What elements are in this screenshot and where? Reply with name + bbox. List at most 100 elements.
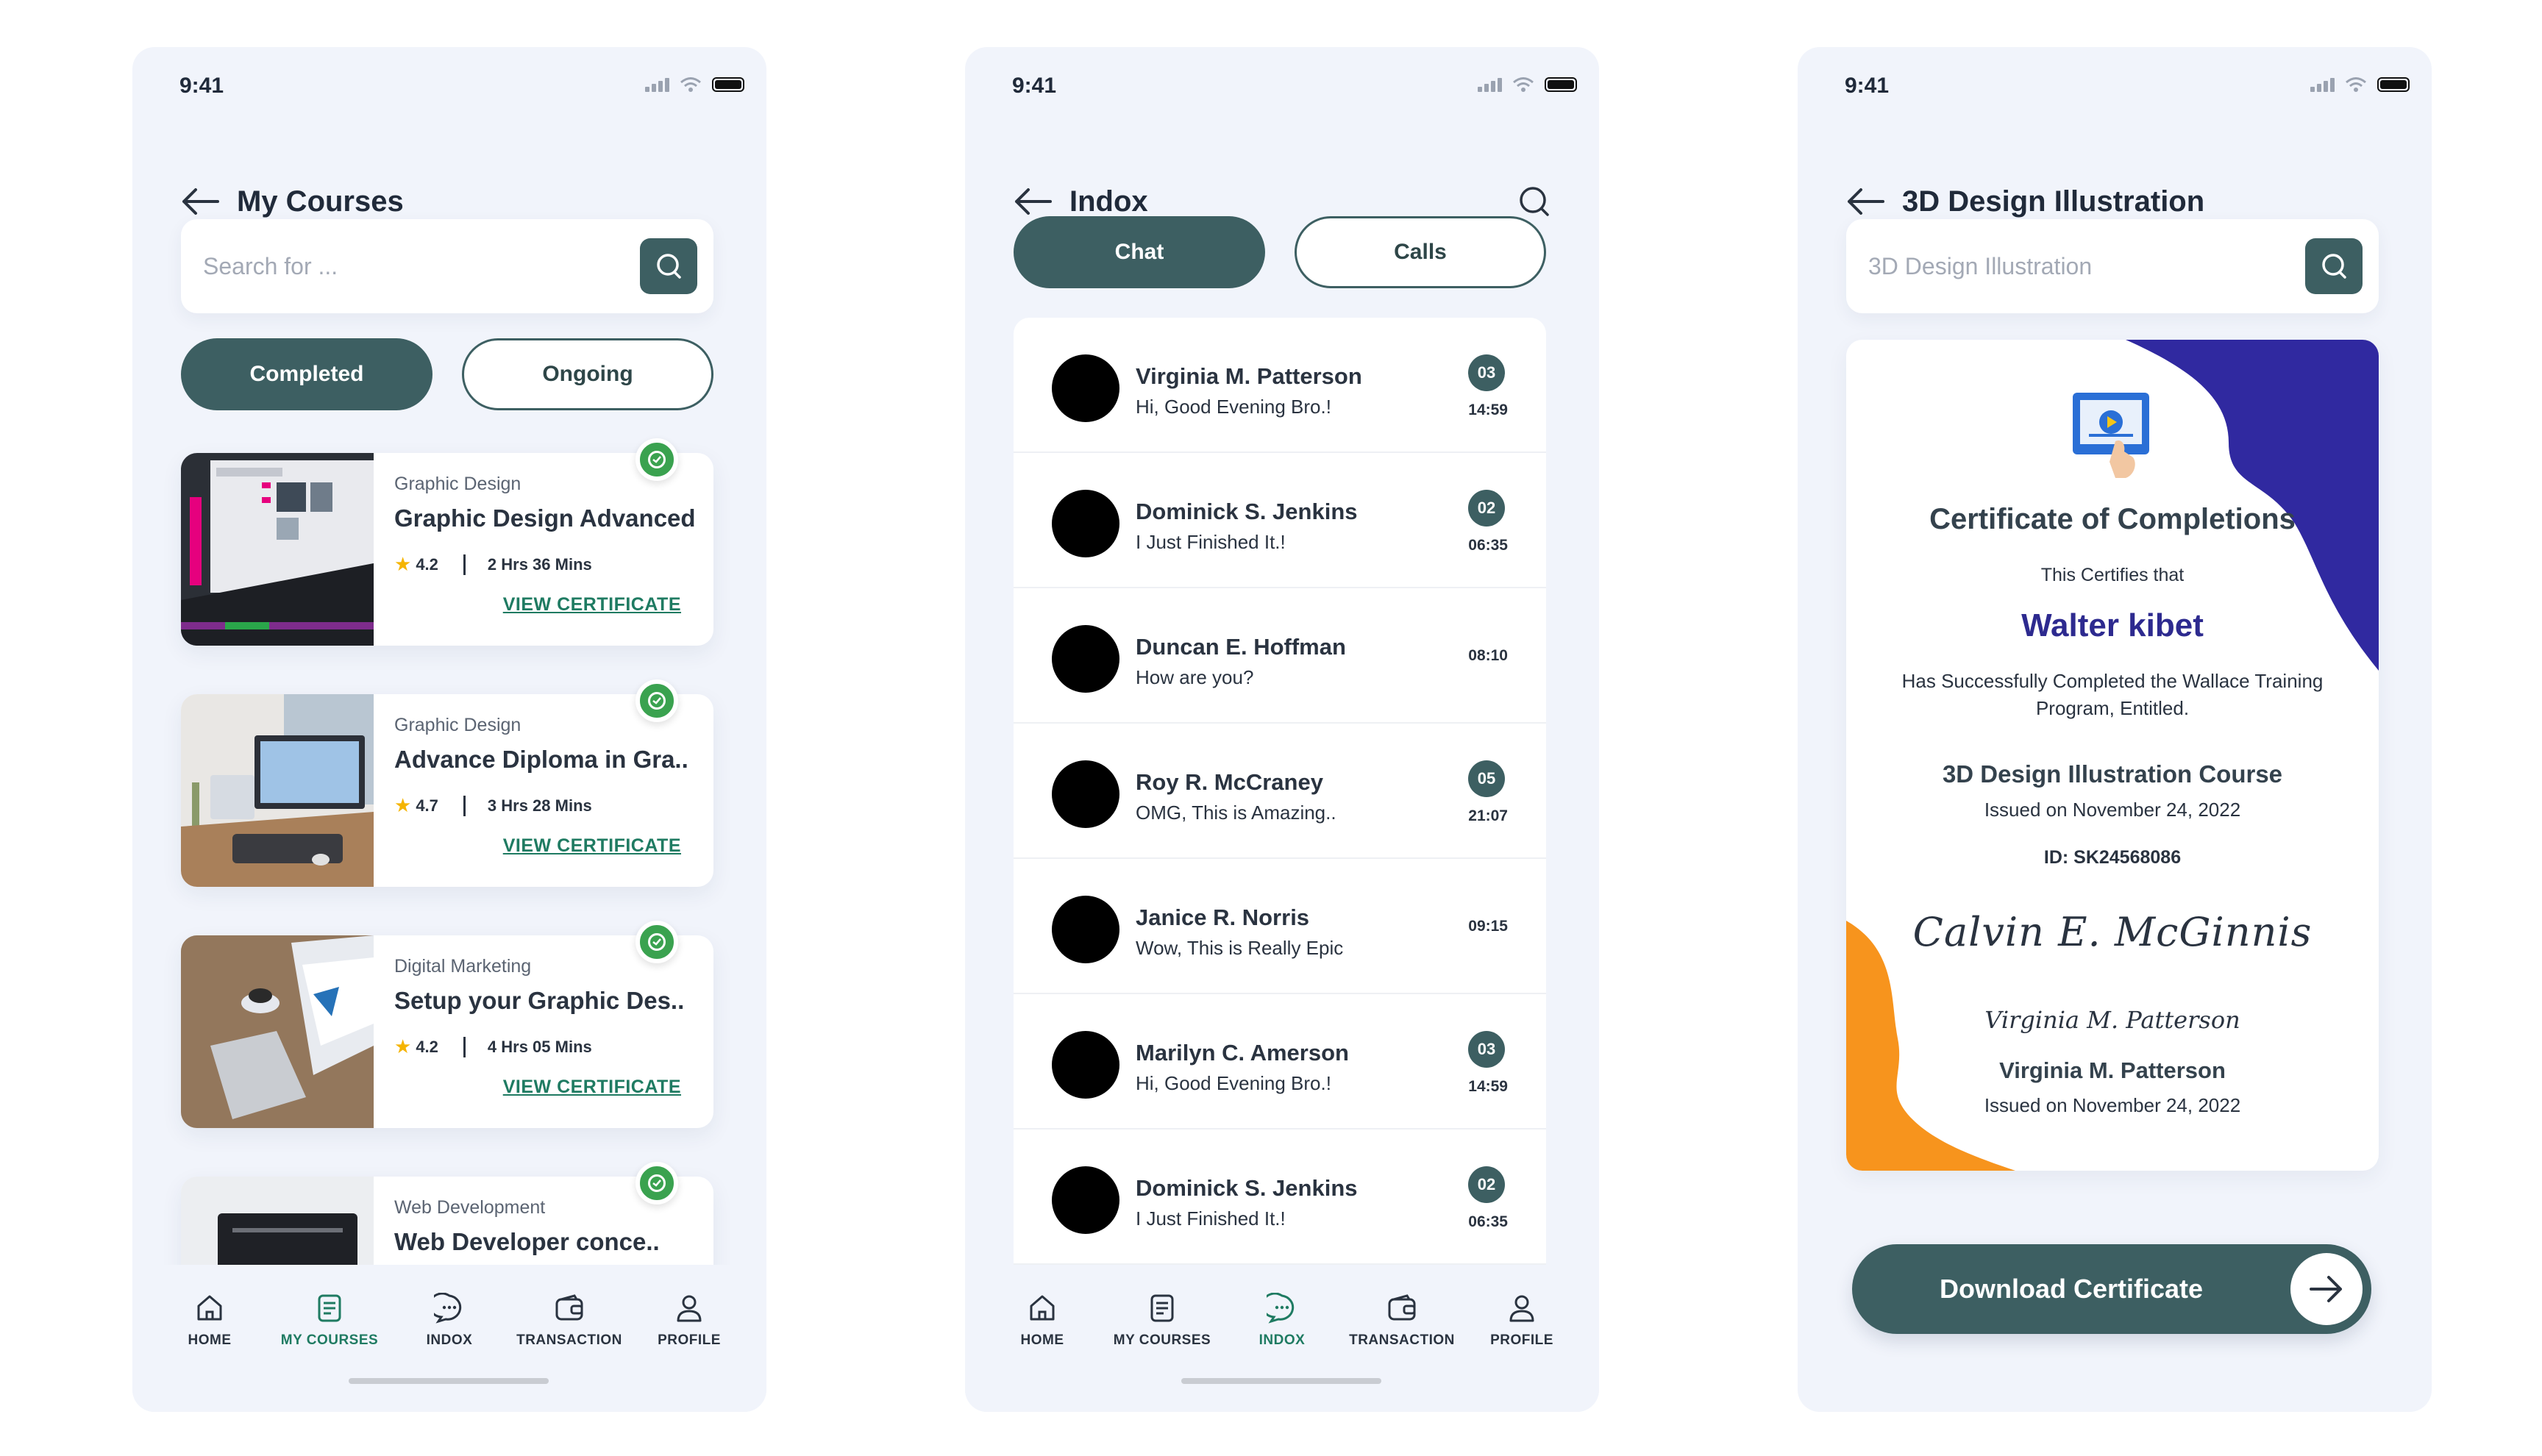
course-thumbnail	[181, 935, 374, 1128]
chat-time: 09:15	[1468, 918, 1508, 935]
chat-message: How are you?	[1136, 666, 1254, 688]
course-card[interactable]: Digital Marketing Setup your Graphic Des…	[181, 921, 713, 1128]
arrow-right-icon	[2290, 1253, 2363, 1325]
download-certificate-button[interactable]: Download Certificate	[1852, 1244, 2371, 1334]
chat-time: 21:07	[1468, 807, 1508, 824]
nav-indox[interactable]: INDOX	[394, 1293, 505, 1349]
chat-call-tabs: Chat Calls	[1014, 216, 1546, 288]
search-icon	[657, 254, 681, 279]
wallet-icon	[555, 1294, 583, 1321]
course-name: Graphic Design Advanced	[394, 504, 696, 532]
nav-profile[interactable]: PROFILE	[1467, 1293, 1577, 1349]
tab-chat[interactable]: Chat	[1014, 216, 1265, 288]
course-status-tabs: Completed Ongoing	[181, 338, 713, 410]
chat-item[interactable]: Dominick S. Jenkins I Just Finished It.!…	[1014, 1130, 1546, 1265]
certificate-title: Certificate of Completions	[1929, 503, 2296, 535]
tab-completed[interactable]: Completed	[181, 338, 432, 410]
certificate-issued-date: Issued on November 24, 2022	[1984, 799, 2241, 821]
search-button[interactable]	[640, 238, 697, 294]
view-certificate-link[interactable]: VIEW CERTIFICATE	[503, 594, 681, 615]
certificate-logo-icon	[2073, 393, 2149, 478]
course-rating: 4.2	[416, 1037, 438, 1056]
signer-issued-date: Issued on November 24, 2022	[1984, 1094, 2241, 1116]
home-indicator	[349, 1378, 549, 1384]
chat-item[interactable]: Janice R. Norris Wow, This is Really Epi…	[1014, 859, 1546, 994]
battery-icon	[1545, 77, 1577, 92]
course-duration: 2 Hrs 36 Mins	[487, 554, 592, 574]
chat-item[interactable]: Roy R. McCraney OMG, This is Amazing.. 0…	[1014, 724, 1546, 859]
signature-primary: Calvin E. McGinnis	[1912, 909, 2313, 955]
certificate-subtitle: This Certifies that	[2040, 565, 2185, 585]
certificate-course: 3D Design Illustration Course	[1942, 760, 2283, 788]
nav-profile[interactable]: PROFILE	[634, 1293, 744, 1349]
nav-home[interactable]: HOME	[987, 1293, 1097, 1349]
courses-icon	[1150, 1294, 1174, 1322]
search-input[interactable]	[203, 247, 615, 285]
chat-list: Virginia M. Patterson Hi, Good Evening B…	[1014, 318, 1546, 1332]
wifi-icon	[2346, 77, 2366, 92]
back-arrow-icon[interactable]	[1845, 185, 1886, 218]
course-name: Web Developer conce..	[394, 1228, 660, 1255]
unread-badge: 03	[1468, 354, 1505, 391]
avatar	[1052, 760, 1119, 828]
certificate-screen: 9:41 3D Design Illustration Certifica	[1798, 47, 2432, 1412]
nav-transaction[interactable]: TRANSACTION	[1347, 1293, 1457, 1349]
avatar	[1052, 1031, 1119, 1099]
back-arrow-icon[interactable]	[1012, 185, 1053, 218]
course-duration: 3 Hrs 28 Mins	[487, 796, 592, 815]
status-time: 9:41	[1012, 74, 1057, 98]
nav-transaction[interactable]: TRANSACTION	[514, 1293, 624, 1349]
tab-calls[interactable]: Calls	[1295, 216, 1546, 288]
chat-message: Wow, This is Really Epic	[1136, 937, 1344, 959]
course-category: Web Development	[394, 1197, 546, 1218]
nav-my-courses[interactable]: MY COURSES	[1107, 1293, 1217, 1349]
nav-my-courses[interactable]: MY COURSES	[274, 1293, 385, 1349]
avatar	[1052, 490, 1119, 557]
unread-badge: 03	[1468, 1031, 1505, 1068]
bottom-nav: HOME MY COURSES INDOX TRANSACTION PROFIL…	[965, 1265, 1599, 1412]
course-rating: 4.7	[416, 796, 438, 815]
course-meta: ★ 4.2 4 Hrs 05 Mins	[394, 1035, 592, 1058]
chat-message: OMG, This is Amazing..	[1136, 802, 1336, 824]
chat-item[interactable]: Dominick S. Jenkins I Just Finished It.!…	[1014, 453, 1546, 588]
view-certificate-link[interactable]: VIEW CERTIFICATE	[503, 1077, 681, 1098]
wifi-icon	[680, 77, 701, 92]
home-indicator	[1181, 1378, 1381, 1384]
view-certificate-link[interactable]: VIEW CERTIFICATE	[503, 835, 681, 857]
course-card[interactable]: Graphic Design Graphic Design Advanced ★…	[181, 438, 713, 646]
course-card[interactable]: Graphic Design Advance Diploma in Gra.. …	[181, 679, 713, 887]
nav-indox[interactable]: INDOX	[1227, 1293, 1337, 1349]
search-input[interactable]	[1868, 247, 2280, 285]
page-title: 3D Design Illustration	[1902, 185, 2205, 218]
chat-name: Duncan E. Hoffman	[1136, 634, 1346, 660]
chat-name: Virginia M. Patterson	[1136, 363, 1362, 389]
chat-item[interactable]: Virginia M. Patterson Hi, Good Evening B…	[1014, 318, 1546, 453]
back-arrow-icon[interactable]	[179, 185, 221, 218]
signature-secondary: Virginia M. Patterson	[1984, 1006, 2240, 1034]
status-bar: 9:41	[1845, 69, 2410, 101]
course-name: Advance Diploma in Gra..	[394, 746, 688, 773]
chat-item[interactable]: Duncan E. Hoffman How are you? 08:10	[1014, 588, 1546, 724]
unread-badge: 05	[1468, 760, 1505, 797]
course-name: Setup your Graphic Des..	[394, 987, 685, 1014]
certificate-description: Has Successfully Completed the Wallace T…	[1901, 670, 2324, 719]
search-icon	[2322, 254, 2346, 279]
chat-message: Hi, Good Evening Bro.!	[1136, 396, 1331, 418]
wifi-icon	[1513, 77, 1534, 92]
chat-time: 14:59	[1468, 402, 1508, 418]
course-category: Graphic Design	[394, 715, 521, 735]
status-time: 9:41	[179, 74, 224, 98]
chat-item[interactable]: Marilyn C. Amerson Hi, Good Evening Bro.…	[1014, 994, 1546, 1130]
download-label: Download Certificate	[1939, 1274, 2204, 1304]
chat-time: 08:10	[1468, 647, 1508, 664]
search-icon[interactable]	[1517, 184, 1552, 219]
signal-icon	[645, 77, 669, 92]
star-icon: ★	[394, 794, 412, 816]
course-category: Digital Marketing	[394, 956, 532, 977]
search-button[interactable]	[2305, 238, 2363, 294]
chat-time: 14:59	[1468, 1078, 1508, 1095]
star-icon: ★	[394, 553, 412, 575]
nav-home[interactable]: HOME	[154, 1293, 265, 1349]
star-icon: ★	[394, 1035, 412, 1057]
tab-ongoing[interactable]: Ongoing	[462, 338, 713, 410]
